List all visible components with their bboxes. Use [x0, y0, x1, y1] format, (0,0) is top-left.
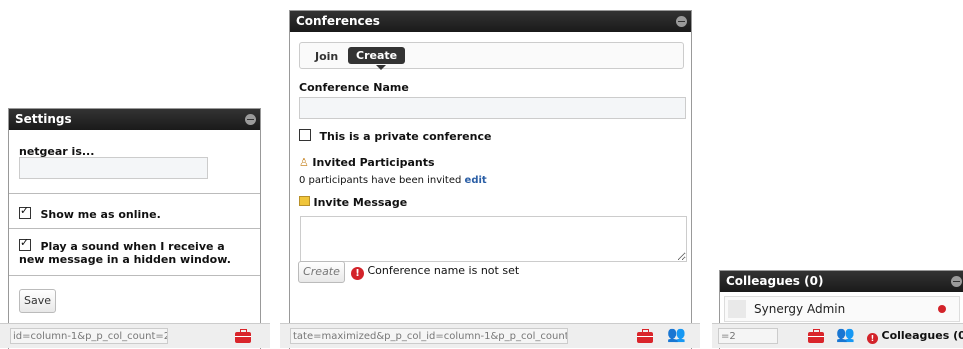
url-field[interactable]: =2 [718, 328, 778, 344]
toolbox-icon[interactable] [637, 332, 653, 343]
toolbox-icon[interactable] [808, 332, 824, 343]
settings-panel: Settings netgear is... Show me as online… [8, 108, 261, 349]
error-message: ! Conference name is not set [351, 264, 519, 280]
minimize-icon[interactable] [245, 114, 256, 125]
divider [9, 275, 260, 276]
conferences-title: Conferences [296, 14, 380, 28]
people-icon[interactable]: 👥 [836, 327, 855, 342]
divider [9, 193, 260, 194]
divider [9, 228, 260, 229]
colleagues-footer[interactable]: ! Colleagues (0) [867, 329, 963, 344]
toolbox-icon[interactable] [235, 332, 251, 343]
invite-message-input[interactable] [300, 216, 687, 262]
invite-message-heading: Invite Message [299, 196, 407, 209]
conferences-panel: Conferences Join Create Conference Name … [289, 10, 692, 349]
private-conference-checkbox[interactable] [299, 129, 311, 141]
error-text: Conference name is not set [368, 264, 520, 277]
conferences-statusbar: tate=maximized&p_p_col_id=column-1&p_p_c… [280, 323, 700, 348]
play-sound-label: Play a sound when I receive a new messag… [19, 240, 231, 266]
conference-name-label: Conference Name [299, 81, 409, 94]
play-sound-row: Play a sound when I receive a new messag… [19, 239, 249, 266]
envelope-icon [299, 196, 310, 206]
url-field[interactable]: tate=maximized&p_p_col_id=column-1&p_p_c… [290, 328, 568, 344]
conference-name-input[interactable] [299, 97, 686, 119]
colleagues-statusbar: =2 👥 ! Colleagues (0) [712, 323, 963, 348]
settings-statusbar: id=column-1&p_p_col_count=2 [0, 323, 270, 348]
conferences-titlebar: Conferences [290, 11, 691, 32]
tab-pointer [376, 65, 386, 70]
save-button[interactable]: Save [19, 289, 56, 313]
minimize-icon[interactable] [951, 276, 962, 287]
colleagues-status-icon: ! [867, 333, 878, 344]
private-conference-label: This is a private conference [320, 130, 492, 143]
colleagues-footer-label: Colleagues (0) [882, 329, 963, 342]
user-icon: ♙ [299, 156, 309, 169]
show-online-label: Show me as online. [41, 208, 161, 221]
edit-participants-link[interactable]: edit [465, 175, 487, 186]
show-online-row: Show me as online. [19, 207, 161, 221]
status-icon [938, 305, 946, 313]
private-conference-row: This is a private conference [299, 129, 491, 143]
minimize-icon[interactable] [676, 16, 687, 27]
colleague-list-item[interactable]: Synergy Admin [724, 296, 960, 322]
error-icon: ! [351, 267, 364, 280]
create-button[interactable]: Create [298, 261, 345, 283]
invited-participants-label: Invited Participants [312, 156, 434, 169]
url-field[interactable]: id=column-1&p_p_col_count=2 [10, 328, 168, 344]
invited-participants-heading: ♙ Invited Participants [299, 156, 435, 169]
colleagues-titlebar: Colleagues (0) [720, 271, 963, 292]
tab-create[interactable]: Create [348, 47, 405, 64]
tab-join[interactable]: Join [315, 50, 338, 63]
play-sound-checkbox[interactable] [19, 239, 31, 251]
settings-title: Settings [15, 112, 72, 126]
colleague-name: Synergy Admin [754, 302, 845, 316]
people-icon[interactable]: 👥 [667, 327, 686, 342]
status-input[interactable] [19, 157, 208, 179]
invite-message-label: Invite Message [314, 196, 408, 209]
invited-count-row: 0 participants have been invited edit [299, 175, 487, 186]
colleagues-title: Colleagues (0) [726, 274, 823, 288]
avatar [728, 300, 746, 318]
tab-bar: Join Create [299, 42, 684, 69]
invited-count-text: 0 participants have been invited [299, 175, 461, 186]
show-online-checkbox[interactable] [19, 207, 31, 219]
settings-titlebar: Settings [9, 109, 260, 130]
